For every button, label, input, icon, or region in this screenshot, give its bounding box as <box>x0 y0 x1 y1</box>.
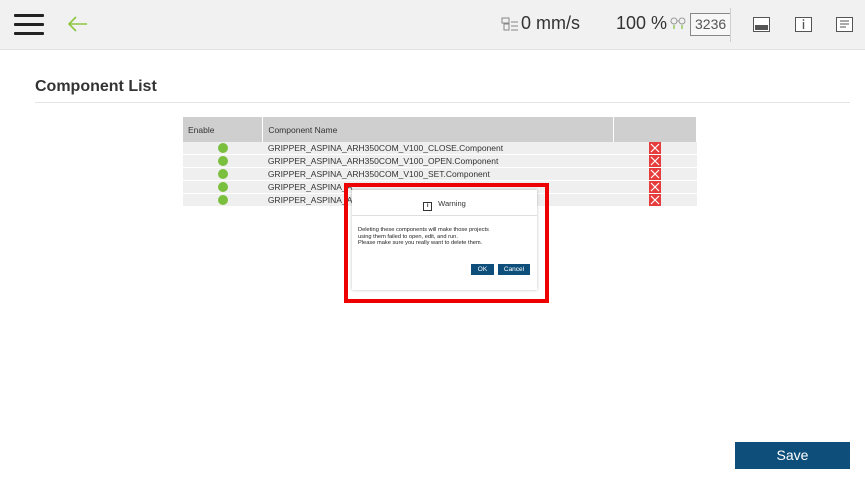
delete-cell <box>613 167 697 181</box>
table-row: GRIPPER_ASPINA_ARH350COM_V100_CLOSE.Comp… <box>183 142 697 155</box>
robot-speed-icon <box>500 14 520 34</box>
enable-cell <box>183 154 263 168</box>
enabled-status-dot <box>217 182 228 192</box>
delete-icon[interactable] <box>649 168 662 180</box>
document-icon[interactable] <box>836 17 853 32</box>
delete-cell <box>613 142 697 155</box>
connection-icon <box>670 16 686 33</box>
page-title: Component List <box>35 78 157 95</box>
delete-icon[interactable] <box>649 142 662 154</box>
component-name-cell: GRIPPER_ASPINA_ARH350COM_V100_CLOSE.Comp… <box>262 142 614 155</box>
speed-percent: 100 % <box>616 13 668 33</box>
enable-cell <box>183 193 263 207</box>
delete-icon[interactable] <box>649 194 662 206</box>
delete-icon[interactable] <box>649 181 662 193</box>
display-icon[interactable] <box>753 17 770 32</box>
back-arrow-icon[interactable] <box>66 12 90 36</box>
info-icon[interactable] <box>795 17 812 32</box>
enable-cell <box>183 180 263 194</box>
enabled-status-dot <box>217 169 228 179</box>
title-divider <box>35 102 850 103</box>
delete-cell <box>613 154 697 168</box>
table-header-row: Enable Component Name <box>183 117 697 142</box>
hamburger-menu-icon[interactable] <box>14 13 44 35</box>
table-row: GRIPPER_ASPINA_ARH350COM_V100_OPEN.Compo… <box>183 154 697 168</box>
delete-cell <box>613 180 697 194</box>
column-header-component-name: Component Name <box>262 117 615 142</box>
table-row: GRIPPER_ASPINA_ARH350COM_V100_SET.Compon… <box>183 167 697 181</box>
enabled-status-dot <box>217 195 228 205</box>
top-bar: 0 mm/s 100 % 3236 <box>0 0 865 50</box>
divider <box>730 8 731 42</box>
enabled-status-dot <box>217 143 228 153</box>
enabled-status-dot <box>217 156 228 166</box>
delete-icon[interactable] <box>649 155 662 167</box>
highlight-frame <box>344 183 549 303</box>
column-header-delete <box>613 117 697 142</box>
column-header-enable: Enable <box>183 117 264 142</box>
speed-readout: 0 mm/s <box>521 13 581 33</box>
delete-cell <box>613 193 697 207</box>
enable-cell <box>183 142 263 155</box>
counter-badge: 3236 <box>690 13 732 36</box>
enable-cell <box>183 167 263 181</box>
save-button[interactable]: Save <box>735 442 850 469</box>
component-name-cell: GRIPPER_ASPINA_ARH350COM_V100_OPEN.Compo… <box>262 154 614 168</box>
component-name-cell: GRIPPER_ASPINA_ARH350COM_V100_SET.Compon… <box>262 167 614 181</box>
